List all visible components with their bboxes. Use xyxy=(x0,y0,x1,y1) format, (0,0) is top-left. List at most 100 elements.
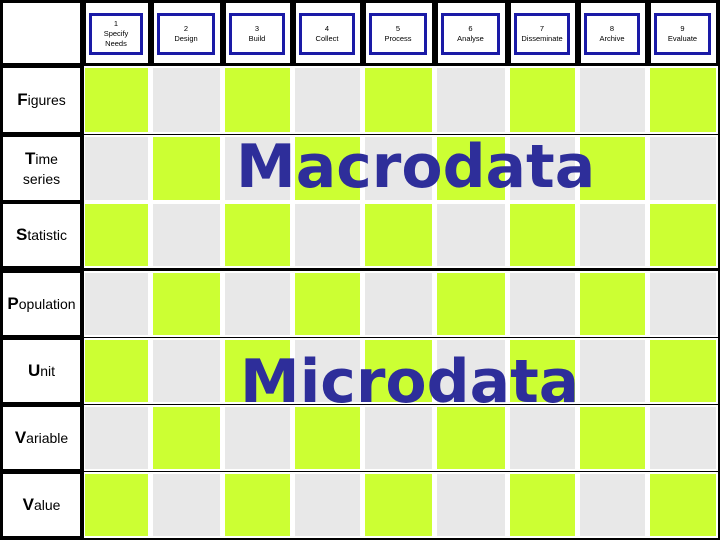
row-initial: V xyxy=(14,428,27,447)
matrix-cell[interactable] xyxy=(153,340,220,402)
matrix-cell[interactable] xyxy=(510,273,575,335)
stage-box[interactable]: 8 Archive xyxy=(584,13,640,55)
matrix-cell[interactable] xyxy=(153,474,220,536)
matrix-cell[interactable] xyxy=(225,68,290,132)
matrix-cell[interactable] xyxy=(650,407,716,469)
row-label: Time series xyxy=(3,137,80,200)
matrix-cell[interactable] xyxy=(437,273,505,335)
stage-number: 4 xyxy=(324,24,330,33)
matrix-cell[interactable] xyxy=(225,474,290,536)
matrix-cell[interactable] xyxy=(153,273,220,335)
matrix-cell[interactable] xyxy=(295,68,360,132)
row-initial: T xyxy=(25,148,36,168)
stage-label: Analyse xyxy=(457,34,484,43)
matrix-cell[interactable] xyxy=(365,273,432,335)
stage-label: Specify xyxy=(103,29,129,38)
matrix-cell[interactable] xyxy=(650,68,716,132)
stage-header-6: 6 Analyse xyxy=(438,3,505,63)
row-initial: S xyxy=(15,225,28,244)
stage-number: 6 xyxy=(468,24,473,33)
matrix-cell[interactable] xyxy=(580,474,645,536)
stage-header-1: 1 Specify Needs xyxy=(86,3,148,63)
matrix-cell[interactable] xyxy=(85,407,148,469)
stage-header-4: 4 Collect xyxy=(296,3,360,63)
row-initial: V xyxy=(22,495,34,514)
stage-label: Disseminate xyxy=(521,34,563,43)
matrix-cell[interactable] xyxy=(437,68,505,132)
matrix-cell[interactable] xyxy=(153,204,220,266)
row-rest: igures xyxy=(27,92,66,108)
stage-box[interactable]: 1 Specify Needs xyxy=(89,13,143,55)
stage-number: 2 xyxy=(183,24,189,33)
row-rest: alue xyxy=(33,497,61,513)
row-label: Unit xyxy=(3,340,80,402)
matrix-cell[interactable] xyxy=(295,204,360,266)
matrix-cell[interactable] xyxy=(153,407,220,469)
matrix-cell[interactable] xyxy=(85,137,148,200)
stage-label: Archive xyxy=(599,34,625,43)
matrix-cell[interactable] xyxy=(650,137,716,200)
stage-label: Evaluate xyxy=(667,34,698,43)
matrix-cell[interactable] xyxy=(650,340,716,402)
stage-header-5: 5 Process xyxy=(366,3,432,63)
stage-box[interactable]: 3 Build xyxy=(229,13,285,55)
matrix-cell[interactable] xyxy=(437,474,505,536)
matrix-cell[interactable] xyxy=(650,474,716,536)
row-rest: nit xyxy=(40,363,56,379)
row-initial: F xyxy=(17,90,28,109)
macrodata-label: Macrodata xyxy=(236,132,596,202)
row-label: Population xyxy=(3,273,80,335)
stage-box[interactable]: 5 Process xyxy=(369,13,427,55)
stage-label: Collect xyxy=(315,34,339,43)
matrix-cell[interactable] xyxy=(295,474,360,536)
row-initial: P xyxy=(7,294,19,313)
matrix-cell[interactable] xyxy=(85,204,148,266)
stage-box[interactable]: 4 Collect xyxy=(299,13,355,55)
matrix-cell[interactable] xyxy=(510,68,575,132)
matrix-cell[interactable] xyxy=(225,273,290,335)
matrix-cell[interactable] xyxy=(85,340,148,402)
matrix-cell[interactable] xyxy=(365,474,432,536)
matrix-cell[interactable] xyxy=(85,68,148,132)
corner-cell xyxy=(3,3,80,63)
stage-box[interactable]: 9 Evaluate xyxy=(654,13,711,55)
row-label: Statistic xyxy=(3,204,80,266)
stage-label: Design xyxy=(174,34,198,43)
stage-header-9: 9 Evaluate xyxy=(651,3,716,63)
matrix-cell[interactable] xyxy=(365,204,432,266)
row-label: Variable xyxy=(3,407,80,469)
stage-header-3: 3 Build xyxy=(226,3,290,63)
matrix-cell[interactable] xyxy=(580,204,645,266)
stage-header-2: 2 Design xyxy=(154,3,220,63)
matrix-cell[interactable] xyxy=(580,68,645,132)
row-rest: opulation xyxy=(18,296,76,312)
matrix-cell[interactable] xyxy=(580,407,645,469)
matrix-cell[interactable] xyxy=(580,273,645,335)
matrix-cell[interactable] xyxy=(85,273,148,335)
stage-box[interactable]: 6 Analyse xyxy=(441,13,500,55)
row-rest: tatistic xyxy=(27,227,68,243)
matrix-cell[interactable] xyxy=(225,204,290,266)
matrix-cell[interactable] xyxy=(295,273,360,335)
matrix-cell[interactable] xyxy=(650,204,716,266)
row-label: Figures xyxy=(3,68,80,132)
stage-box[interactable]: 2 Design xyxy=(157,13,215,55)
row-initial: U xyxy=(27,361,41,380)
matrix-cell[interactable] xyxy=(650,273,716,335)
microdata-label: Microdata xyxy=(240,347,580,417)
matrix-cell[interactable] xyxy=(85,474,148,536)
row-label: Value xyxy=(3,474,80,536)
row-rest: ariable xyxy=(26,430,69,446)
matrix-cell[interactable] xyxy=(365,68,432,132)
matrix-cell[interactable] xyxy=(437,204,505,266)
matrix-cell[interactable] xyxy=(153,137,220,200)
stage-header-8: 8 Archive xyxy=(581,3,645,63)
row-line2: series xyxy=(22,170,61,187)
stage-box[interactable]: 7 Disseminate xyxy=(514,13,570,55)
row-rest: ime xyxy=(35,150,58,167)
matrix-cell[interactable] xyxy=(580,340,645,402)
matrix-cell[interactable] xyxy=(510,474,575,536)
matrix-cell[interactable] xyxy=(153,68,220,132)
stage-number: 3 xyxy=(254,24,260,33)
matrix-cell[interactable] xyxy=(510,204,575,266)
